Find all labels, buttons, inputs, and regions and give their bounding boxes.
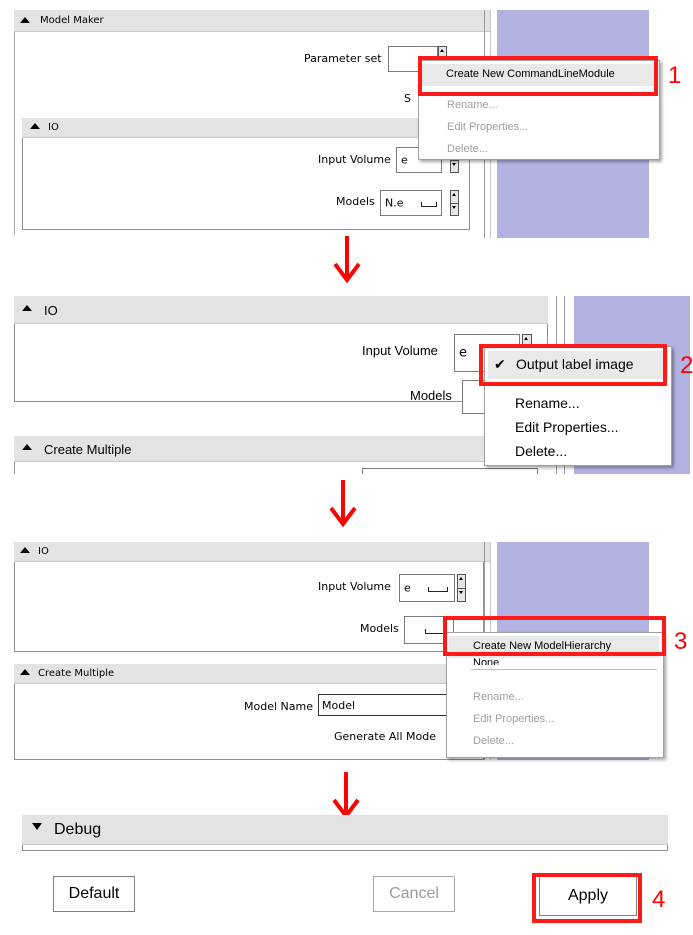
down-arrow-icon [332, 772, 360, 820]
highlight-box-3 [443, 616, 666, 656]
menu-separator [471, 669, 657, 670]
highlight-box-1 [418, 56, 658, 96]
parameter-set-label: Parameter set [304, 52, 382, 65]
edit-properties-item[interactable]: Edit Properties... [447, 121, 528, 133]
generate-all-label: Generate All Mode [334, 730, 436, 743]
input-volume-spinner[interactable] [457, 574, 466, 602]
models-label: Models [360, 622, 399, 635]
collapse-arrow-icon [20, 669, 30, 675]
default-button[interactable]: Default [53, 876, 135, 912]
models-spinner[interactable] [450, 190, 459, 216]
models-label: Models [410, 388, 452, 403]
rename-item[interactable]: Rename... [473, 691, 524, 703]
debug-panel-border [22, 845, 668, 851]
create-multiple-title: Create Multiple [44, 442, 132, 457]
input-volume-value: e [401, 153, 408, 167]
model-name-value: Model [322, 699, 356, 712]
models-label: Models [336, 195, 375, 208]
step-number-1: 1 [668, 62, 682, 89]
input-volume-combo[interactable]: e [399, 574, 455, 602]
input-volume-label: Input Volume [318, 153, 391, 166]
highlight-box-2 [479, 344, 667, 386]
expand-arrow-icon [32, 823, 42, 830]
collapse-arrow-icon [20, 547, 30, 553]
io-title: IO [44, 303, 58, 318]
models-combo[interactable]: N.e [380, 190, 442, 216]
input-volume-label: Input Volume [362, 343, 438, 358]
none-item[interactable]: None [473, 657, 499, 665]
down-arrow-icon [329, 480, 357, 528]
create-multiple-header[interactable]: Create Multiple [14, 664, 484, 684]
input-volume-value: e [459, 345, 467, 361]
debug-title: Debug [54, 821, 102, 838]
models-value: N.e [385, 196, 404, 210]
dropdown-bar-icon [421, 202, 437, 207]
io-header[interactable]: IO [22, 118, 470, 138]
debug-header[interactable]: Debug [22, 815, 668, 845]
collapse-arrow-icon [22, 305, 32, 311]
io-title: IO [48, 122, 59, 133]
dropdown-bar-icon [428, 587, 448, 592]
io-title: IO [38, 546, 49, 557]
model-maker-header[interactable]: Model Maker [14, 10, 490, 32]
partial-label: S [404, 92, 411, 105]
dropdown-bar-icon [425, 629, 445, 634]
collapse-arrow-icon [22, 444, 32, 450]
input-volume-value: e [404, 581, 411, 595]
model-name-label: Model Name [244, 700, 313, 713]
down-arrow-icon [333, 236, 361, 284]
io-header[interactable]: IO [14, 296, 548, 324]
delete-item[interactable]: Delete... [447, 143, 488, 155]
step-number-2: 2 [680, 352, 693, 379]
delete-item[interactable]: Delete... [515, 443, 567, 459]
edit-properties-item[interactable]: Edit Properties... [473, 713, 554, 725]
create-multiple-title: Create Multiple [38, 668, 115, 679]
panel-border [14, 462, 15, 474]
step-number-4: 4 [652, 886, 666, 913]
io-header[interactable]: IO [14, 542, 490, 562]
edit-properties-item[interactable]: Edit Properties... [515, 419, 619, 435]
cancel-button[interactable]: Cancel [373, 876, 455, 912]
rename-item[interactable]: Rename... [447, 99, 498, 111]
delete-item[interactable]: Delete... [473, 735, 514, 747]
input-volume-label: Input Volume [318, 580, 391, 593]
step-number-3: 3 [674, 628, 688, 655]
rename-item[interactable]: Rename... [515, 395, 580, 411]
model-name-field[interactable] [362, 468, 538, 474]
collapse-arrow-icon [30, 123, 40, 129]
create-multiple-header[interactable]: Create Multiple [14, 436, 548, 462]
panel-border [14, 32, 15, 235]
highlight-box-4 [532, 873, 642, 923]
model-maker-title: Model Maker [40, 15, 104, 26]
collapse-arrow-icon [20, 17, 30, 23]
